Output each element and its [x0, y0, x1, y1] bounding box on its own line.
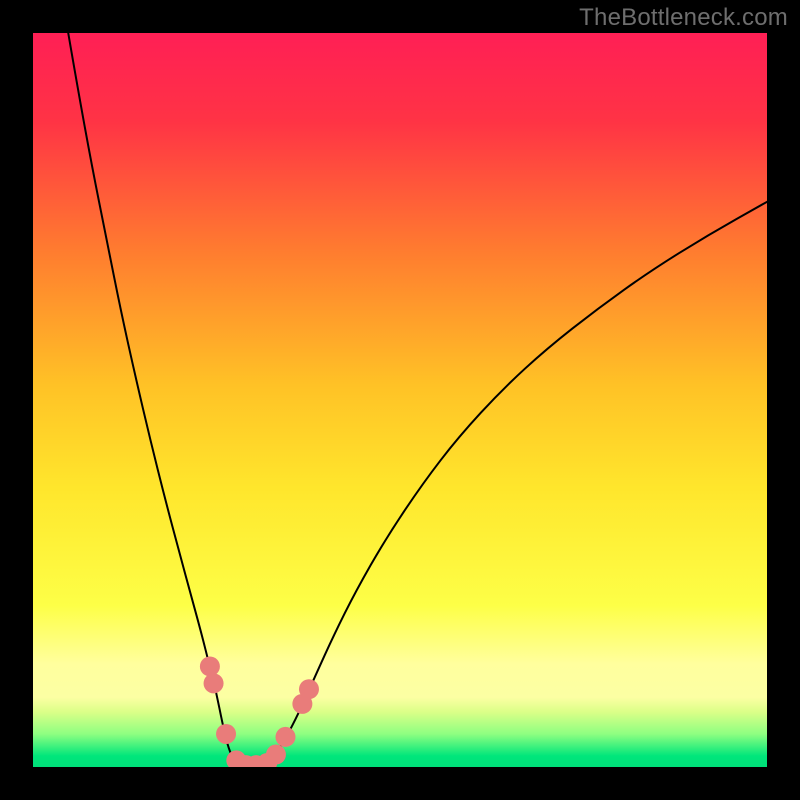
highlight-dot [204, 673, 224, 693]
highlight-dot [275, 727, 295, 747]
highlight-dot [216, 724, 236, 744]
bottleneck-chart [33, 33, 767, 767]
watermark-label: TheBottleneck.com [579, 4, 788, 32]
highlight-dot [200, 656, 220, 676]
highlight-dot [299, 679, 319, 699]
gradient-background [33, 33, 767, 767]
plot-area [33, 33, 767, 767]
chart-frame: TheBottleneck.com [0, 0, 800, 800]
highlight-dot [266, 745, 286, 765]
